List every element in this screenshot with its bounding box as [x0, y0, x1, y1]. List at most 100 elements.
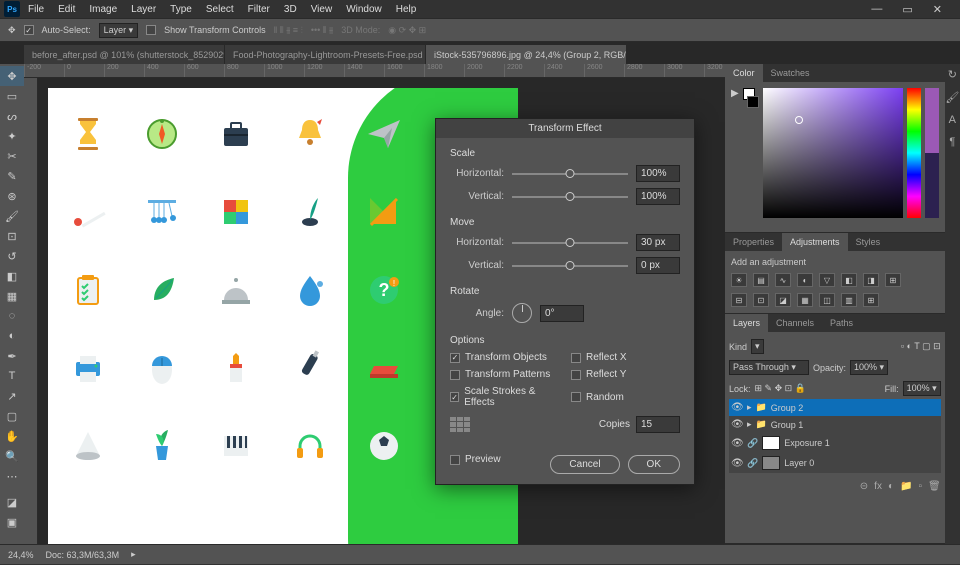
dialog-title[interactable]: Transform Effect — [436, 119, 694, 138]
adj-photo[interactable]: ⊞ — [885, 273, 901, 287]
random-checkbox[interactable] — [571, 392, 581, 402]
move-tool[interactable]: ✥ — [0, 66, 24, 86]
lasso-tool[interactable]: ᔕ — [0, 106, 24, 126]
history-icon[interactable]: ↻ — [948, 68, 957, 81]
reflect-y-checkbox[interactable] — [571, 370, 581, 380]
move-h-slider[interactable] — [512, 242, 628, 244]
fill-input[interactable]: 100% ▾ — [903, 381, 941, 396]
layers-tab[interactable]: Layers — [725, 314, 768, 332]
visibility-icon[interactable]: 👁 — [731, 419, 743, 430]
type-tool[interactable]: T — [0, 366, 24, 386]
chevron-icon[interactable]: ▸ — [747, 402, 752, 413]
menu-3d[interactable]: 3D — [278, 2, 303, 17]
adj-hue[interactable]: ◧ — [841, 273, 857, 287]
para-icon[interactable]: ¶ — [949, 136, 955, 148]
adj-exposure[interactable]: ◐ — [797, 273, 813, 287]
shape-tool[interactable]: ▢ — [0, 406, 24, 426]
stamp-tool[interactable]: ⊡ — [0, 226, 24, 246]
transform-objects-checkbox[interactable] — [450, 353, 460, 363]
dodge-tool[interactable]: ◐ — [0, 326, 24, 346]
quickmask-toggle[interactable]: ▣ — [0, 512, 24, 532]
hand-tool[interactable]: ✋ — [0, 426, 24, 446]
angle-input[interactable]: 0° — [540, 305, 584, 322]
window-max-button[interactable]: ▭ — [896, 1, 918, 18]
layer-row[interactable]: 👁🔗Layer 0 — [729, 453, 941, 473]
preview-checkbox[interactable] — [450, 455, 460, 465]
scale-h-input[interactable]: 100% — [636, 165, 680, 182]
history-tool[interactable]: ↺ — [0, 246, 24, 266]
cancel-button[interactable]: Cancel — [550, 455, 619, 474]
adj-ch[interactable]: ⊟ — [731, 293, 747, 307]
document-tab[interactable]: Food-Photography-Lightroom-Presets-Free.… — [225, 45, 425, 64]
layer-row[interactable]: 👁🔗Exposure 1 — [729, 433, 941, 453]
color-tab[interactable]: Color — [725, 64, 763, 82]
blur-tool[interactable]: ◌ — [0, 306, 24, 326]
more-tools[interactable]: ⋯ — [0, 466, 24, 486]
paths-tab[interactable]: Paths — [822, 314, 861, 332]
gradient-tool[interactable]: ▦ — [0, 286, 24, 306]
auto-select-dropdown[interactable]: Layer ▾ — [99, 23, 139, 38]
reflect-x-checkbox[interactable] — [571, 353, 581, 363]
move-h-input[interactable]: 30 px — [636, 234, 680, 251]
menu-help[interactable]: Help — [390, 2, 423, 17]
menu-edit[interactable]: Edit — [52, 2, 81, 17]
properties-tab[interactable]: Properties — [725, 233, 782, 251]
anchor-grid[interactable] — [450, 417, 470, 433]
document-tab[interactable]: before_after.psd @ 101% (shutterstock_85… — [24, 45, 224, 64]
scale-v-slider[interactable] — [512, 196, 628, 198]
styles-tab[interactable]: Styles — [848, 233, 889, 251]
menu-layer[interactable]: Layer — [125, 2, 162, 17]
adj-brightness[interactable]: ☀ — [731, 273, 747, 287]
scale-v-input[interactable]: 100% — [636, 188, 680, 205]
visibility-icon[interactable]: 👁 — [731, 458, 743, 469]
angle-dial[interactable] — [512, 303, 532, 323]
layer-kind-dropdown[interactable]: ▾ — [751, 339, 764, 354]
new-icon[interactable]: ▫ — [918, 481, 922, 492]
visibility-icon[interactable]: 👁 — [731, 438, 743, 449]
visibility-icon[interactable]: 👁 — [731, 402, 743, 413]
opacity-input[interactable]: 100% ▾ — [850, 360, 888, 375]
adj-levels[interactable]: ▤ — [753, 273, 769, 287]
adj-inv[interactable]: ◪ — [775, 293, 791, 307]
eyedropper-tool[interactable]: ✎ — [0, 166, 24, 186]
adj-post[interactable]: ▦ — [797, 293, 813, 307]
menu-window[interactable]: Window — [340, 2, 388, 17]
transform-patterns-checkbox[interactable] — [450, 370, 460, 380]
adjustments-tab[interactable]: Adjustments — [782, 233, 848, 251]
menu-filter[interactable]: Filter — [242, 2, 276, 17]
char-icon[interactable]: A — [949, 114, 956, 126]
auto-select-checkbox[interactable] — [24, 25, 34, 35]
trash-icon[interactable]: 🗑 — [928, 481, 941, 492]
path-tool[interactable]: ↗ — [0, 386, 24, 406]
adj-icon[interactable]: ◐ — [888, 481, 894, 492]
adj-curves[interactable]: ∿ — [775, 273, 791, 287]
copies-input[interactable]: 15 — [636, 416, 680, 433]
zoom-tool[interactable]: 🔍 — [0, 446, 24, 466]
menu-select[interactable]: Select — [200, 2, 240, 17]
pen-tool[interactable]: ✒ — [0, 346, 24, 366]
show-transform-checkbox[interactable] — [146, 25, 156, 35]
ok-button[interactable]: OK — [628, 455, 680, 474]
wand-tool[interactable]: ✦ — [0, 126, 24, 146]
brush-icon[interactable]: 🖌 — [945, 91, 959, 104]
move-v-input[interactable]: 0 px — [636, 257, 680, 274]
adj-vibrance[interactable]: ▽ — [819, 273, 835, 287]
adj-sel[interactable]: ⊞ — [863, 293, 879, 307]
document-tab[interactable]: iStock-535796896.jpg @ 24,4% (Group 2, R… — [426, 45, 626, 64]
adj-bw[interactable]: ◨ — [863, 273, 879, 287]
crop-tool[interactable]: ✂ — [0, 146, 24, 166]
adj-lut[interactable]: ⊡ — [753, 293, 769, 307]
scale-strokes-checkbox[interactable] — [450, 392, 459, 402]
channels-tab[interactable]: Channels — [768, 314, 822, 332]
layer-row[interactable]: 👁▸📁Group 1 — [729, 416, 941, 433]
brush-tool[interactable]: 🖌 — [0, 206, 24, 226]
hue-slider[interactable] — [907, 88, 921, 218]
adj-thr[interactable]: ◫ — [819, 293, 835, 307]
fg-bg-swatch[interactable]: ◪ — [0, 492, 24, 512]
mask-icon[interactable]: fx — [874, 481, 882, 492]
menu-view[interactable]: View — [305, 2, 339, 17]
adj-grad[interactable]: ▥ — [841, 293, 857, 307]
zoom-value[interactable]: 24,4% — [8, 550, 34, 560]
home-icon[interactable]: ✥ — [8, 25, 16, 36]
window-min-button[interactable]: — — [865, 1, 888, 18]
